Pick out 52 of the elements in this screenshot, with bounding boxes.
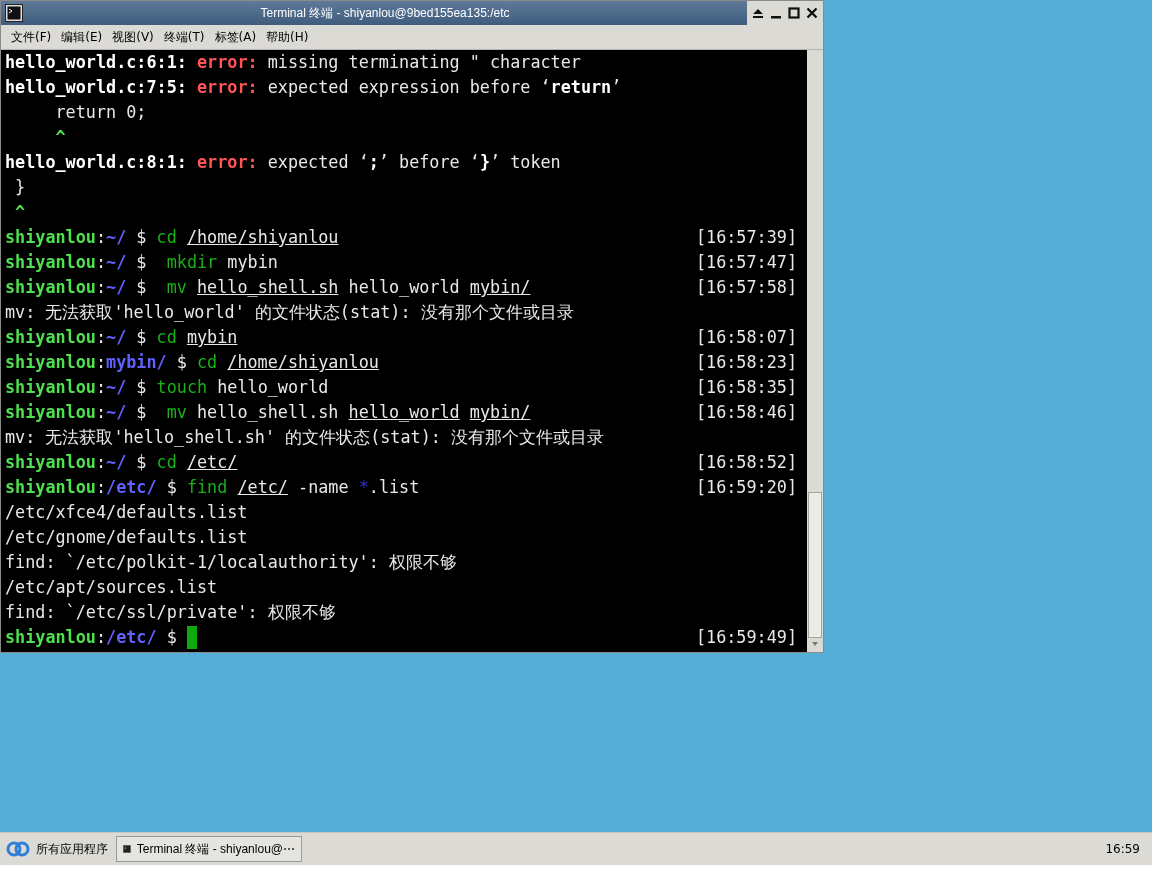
timestamp: [16:58:35]	[695, 376, 797, 399]
timestamp: [16:59:49]	[695, 626, 797, 649]
terminal-line: shiyanlou:/etc/ $ find /etc/ -name *.list	[5, 476, 420, 499]
maximize-icon[interactable]	[787, 6, 801, 20]
menu-item[interactable]: 终端(T)	[159, 26, 209, 48]
terminal-line: return 0;	[54, 101, 147, 124]
terminal-line: find: `/etc/polkit-1/localauthority': 权限不够	[5, 551, 457, 574]
window-title: Terminal 终端 - shiyanlou@9bed155ea135:/etc	[259, 4, 511, 22]
timestamp: [16:58:23]	[695, 351, 797, 374]
clock: 16:59	[1105, 842, 1141, 856]
terminal-line: shiyanlou:~/ $ mv hello_shell.sh hello_world mybin/	[5, 276, 531, 299]
terminal-line: /etc/xfce4/defaults.list	[5, 501, 248, 524]
terminal-line: shiyanlou:~/ $ cd /etc/	[5, 451, 238, 474]
timestamp: [16:59:20]	[695, 476, 797, 499]
terminal-line: shiyanlou:~/ $ cd mybin	[5, 326, 238, 349]
menu-item[interactable]: 视图(V)	[108, 26, 158, 48]
terminal-line: mv: 无法获取'hello_world' 的文件状态(stat): 没有那个文件或目录	[5, 301, 574, 324]
timestamp: [16:57:39]	[695, 226, 797, 249]
terminal-line: ^	[54, 126, 66, 149]
terminal-line: }	[14, 176, 26, 199]
menu-item[interactable]: 帮助(H)	[262, 26, 313, 48]
terminal-line: hello_world.c:6:1: error: missing terminating " character	[5, 51, 581, 74]
timestamp: [16:58:46]	[695, 401, 797, 424]
terminal-line: shiyanlou:~/ $ touch hello_world	[5, 376, 329, 399]
terminal-line: mv: 无法获取'hello_shell.sh' 的文件状态(stat): 没有那个文件或目录	[5, 426, 604, 449]
menu-item[interactable]: 编辑(E)	[57, 26, 107, 48]
terminal-icon	[5, 4, 23, 22]
timestamp: [16:58:07]	[695, 326, 797, 349]
timestamp: [16:57:58]	[695, 276, 797, 299]
timestamp: [16:58:52]	[695, 451, 797, 474]
rings-icon	[6, 841, 30, 857]
terminal-line: shiyanlou:mybin/ $ cd /home/shiyanlou	[5, 351, 379, 374]
menu-item[interactable]: 文件(F)	[7, 26, 56, 48]
terminal-line: hello_world.c:8:1: error: expected ‘;’ before ‘}’ token	[5, 151, 561, 174]
terminal-line: ^	[14, 201, 26, 224]
terminal-line: find: `/etc/ssl/private': 权限不够	[5, 601, 336, 624]
terminal-line: shiyanlou:/etc/ $	[5, 626, 178, 649]
taskbar-window-button[interactable]: Terminal 终端 - shiyanlou@⋯	[116, 836, 302, 862]
terminal-line: shiyanlou:~/ $ mv hello_shell.sh hello_world mybin/	[5, 401, 531, 424]
terminal-line: shiyanlou:~/ $ cd /home/shiyanlou	[5, 226, 339, 249]
terminal-line: /etc/gnome/defaults.list	[5, 526, 248, 549]
scrollbar-thumb[interactable]	[808, 492, 822, 638]
timestamp: [16:57:47]	[695, 251, 797, 274]
applications-menu-button[interactable]: 所有应用程序	[0, 835, 116, 863]
terminal-icon	[123, 842, 131, 856]
shade-icon[interactable]	[751, 6, 765, 20]
terminal-line: shiyanlou:~/ $ mkdir mybin	[5, 251, 278, 274]
terminal-line: /etc/apt/sources.list	[5, 576, 218, 599]
menu-item[interactable]: 标签(A)	[210, 26, 261, 48]
terminal-line: hello_world.c:7:5: error: expected expression before ‘return’	[5, 76, 622, 99]
close-icon[interactable]	[805, 6, 819, 20]
scrollbar[interactable]	[807, 50, 823, 652]
